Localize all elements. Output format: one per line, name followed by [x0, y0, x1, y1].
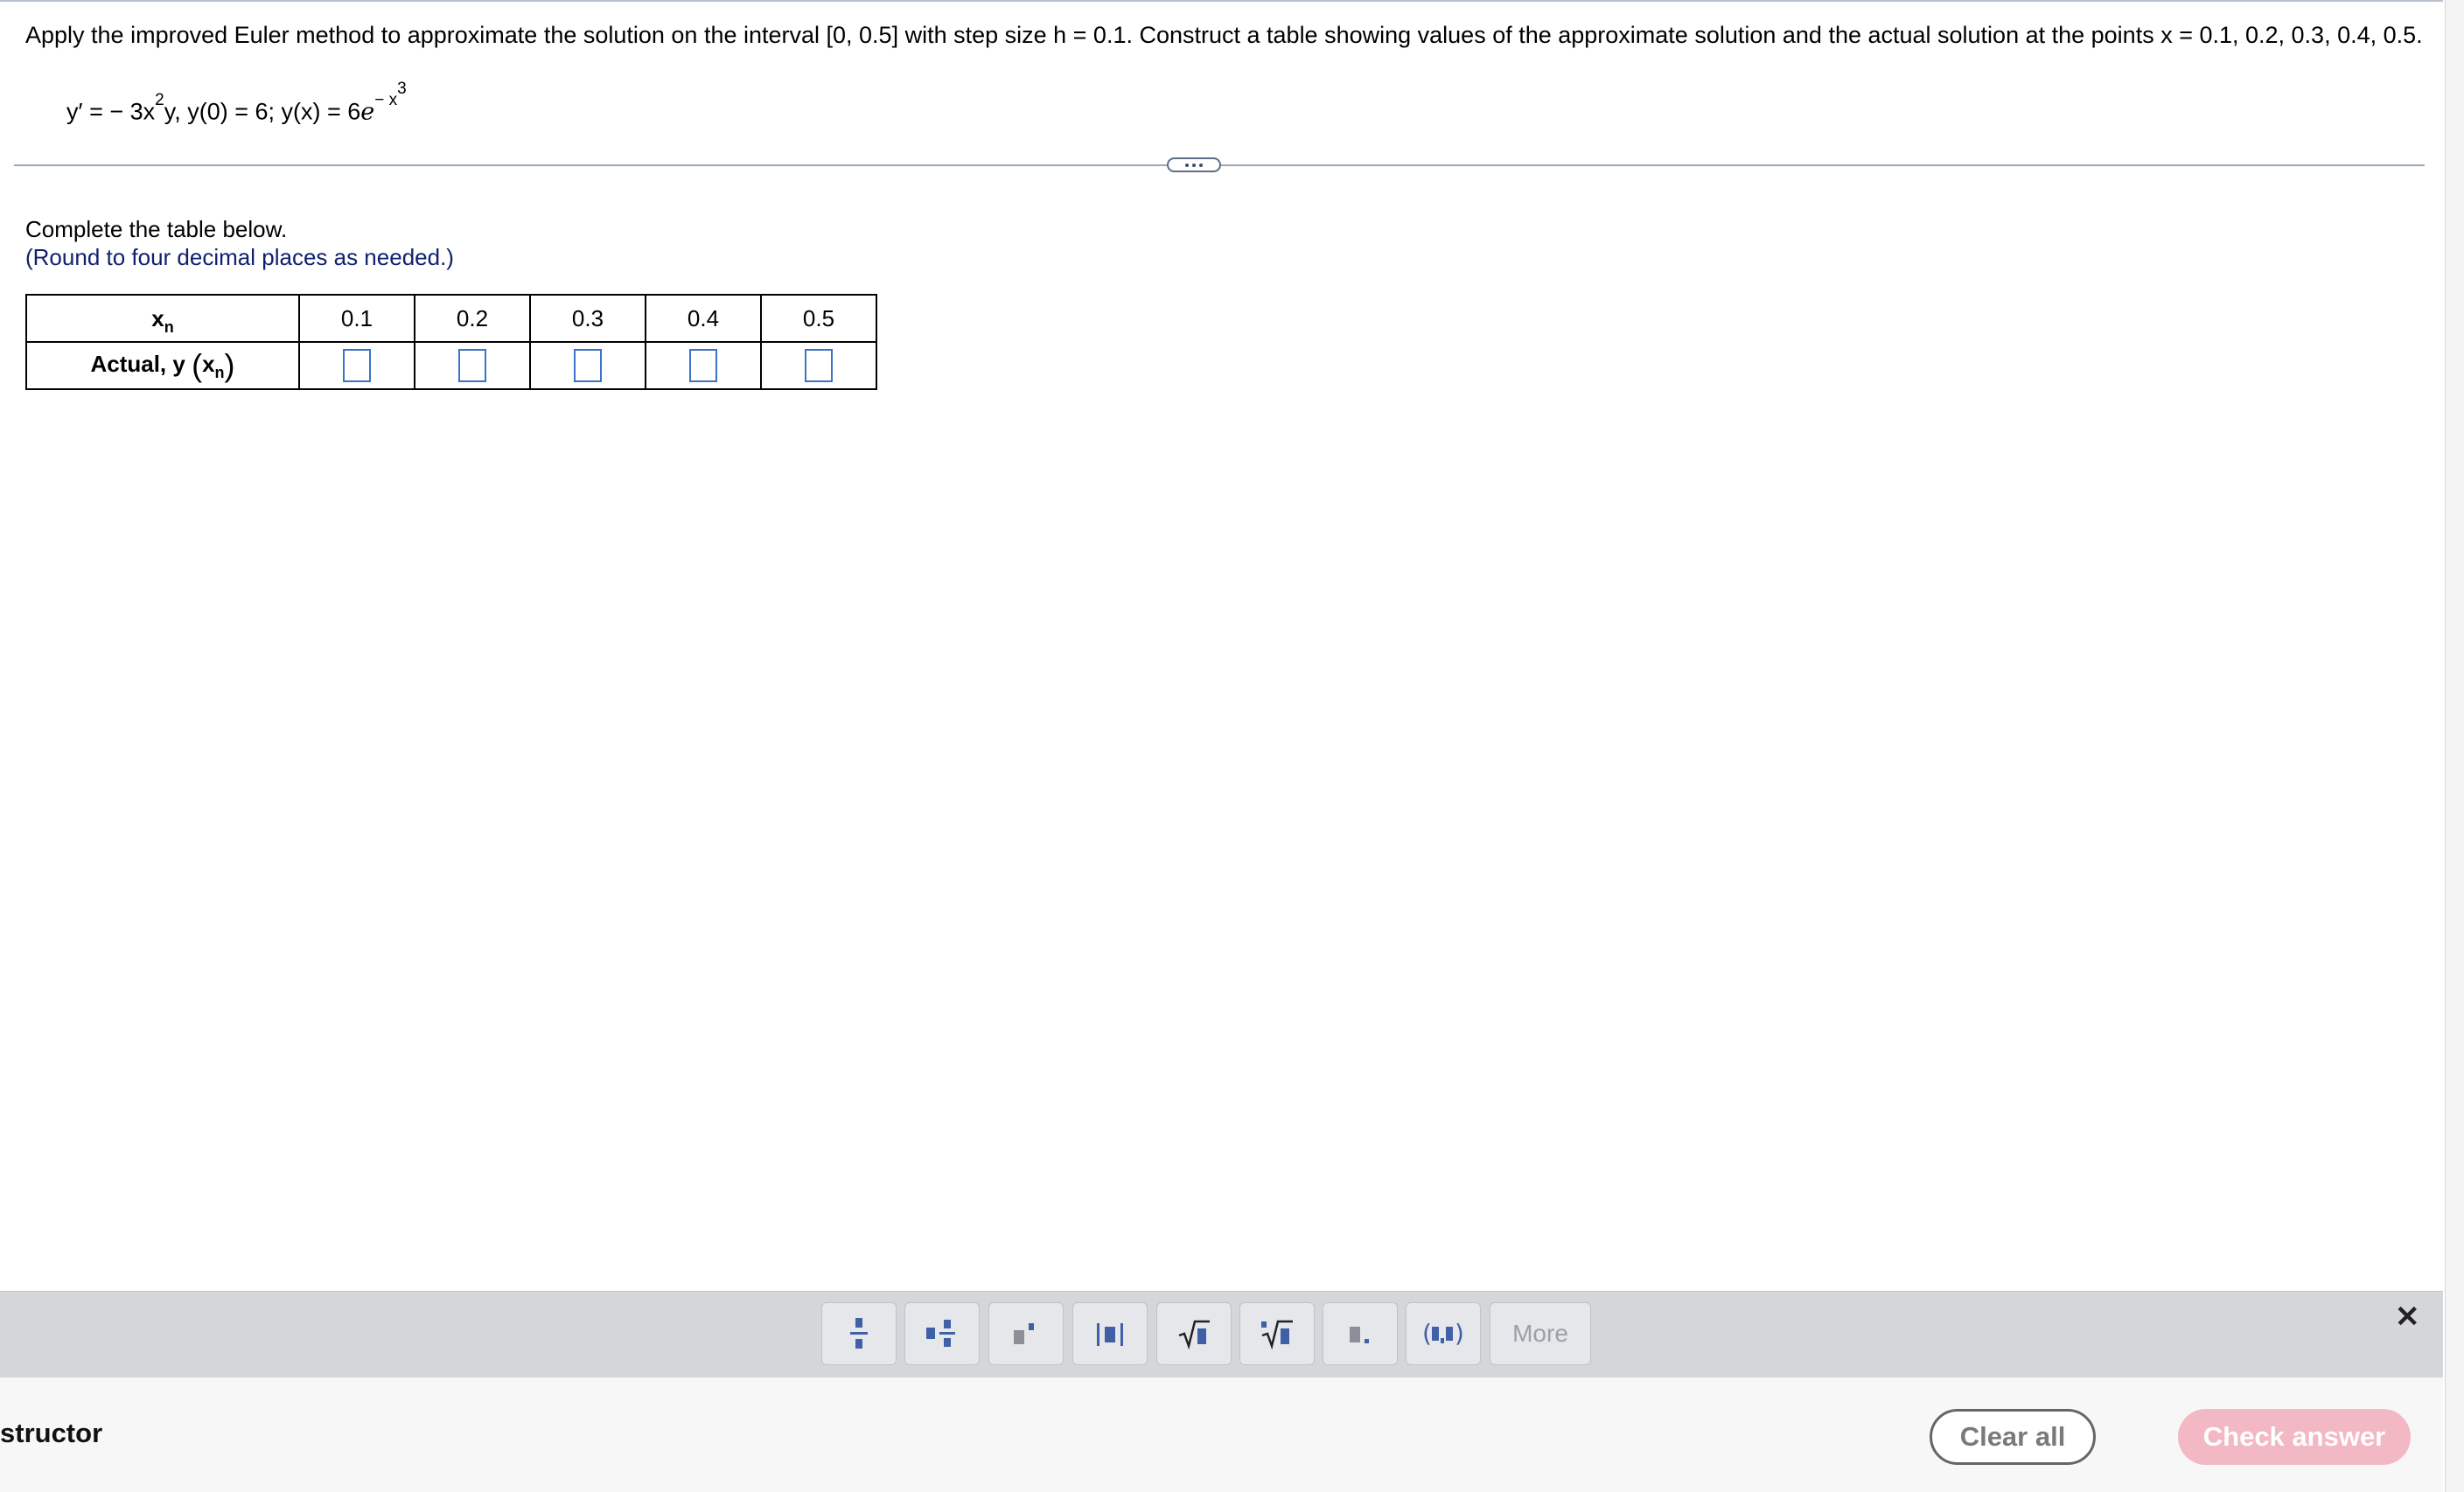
close-icon[interactable]: ✕: [2395, 1300, 2420, 1335]
absolute-value-icon: [1097, 1323, 1123, 1346]
answer-input[interactable]: [343, 349, 371, 382]
row-header-actual: Actual, y (xn): [25, 341, 300, 390]
scrollbar[interactable]: [2445, 0, 2464, 1492]
rounding-note: (Round to four decimal places as needed.…: [25, 244, 454, 270]
decimal-button[interactable]: [1323, 1302, 1398, 1365]
answer-cell: [760, 341, 877, 390]
exponent-button[interactable]: [988, 1302, 1064, 1365]
mixed-number-button[interactable]: [904, 1302, 980, 1365]
square-root-icon: [1178, 1320, 1210, 1350]
problem-statement: Apply the improved Euler method to appro…: [25, 22, 2423, 48]
dot-icon: [1199, 163, 1203, 167]
actual-x-subscript: n: [214, 363, 225, 381]
answer-table: xn 0.1 0.2 0.3 0.4 0.5 Actual, y (xn): [25, 294, 877, 390]
answer-cell: [414, 341, 531, 390]
equation-exponent-2: 2: [155, 91, 164, 110]
ordered-pair-button[interactable]: ( ): [1406, 1302, 1481, 1365]
nth-root-icon: [1261, 1320, 1293, 1350]
table-row-actual: Actual, y (xn): [25, 341, 877, 390]
answer-cell: [298, 341, 415, 390]
ordered-pair-icon: ( ): [1422, 1319, 1464, 1348]
answer-input[interactable]: [689, 349, 717, 382]
differential-equation: y′ = − 3x2y, y(0) = 6; y(x) = 6e− x3: [66, 73, 407, 138]
more-button[interactable]: More: [1490, 1302, 1591, 1365]
dot-icon: [1185, 163, 1189, 167]
fraction-icon: [850, 1318, 868, 1349]
table-row-xn: xn 0.1 0.2 0.3 0.4 0.5: [25, 294, 877, 343]
column-header: 0.5: [760, 294, 877, 343]
equation-exponent-negx: − x3: [374, 80, 406, 110]
equation-part1: y′ = − 3x: [66, 98, 156, 125]
svg-text:): ): [1455, 1319, 1464, 1348]
answer-cell: [529, 341, 646, 390]
mixed-number-icon: [926, 1320, 955, 1347]
column-header: 0.1: [298, 294, 415, 343]
expand-more-button[interactable]: [1167, 157, 1221, 172]
open-paren: (: [192, 347, 203, 383]
clear-all-button[interactable]: Clear all: [1930, 1409, 2096, 1465]
dot-icon: [1192, 163, 1196, 167]
absolute-value-button[interactable]: [1072, 1302, 1148, 1365]
column-header: 0.4: [645, 294, 762, 343]
square-root-button[interactable]: [1156, 1302, 1232, 1365]
answer-input[interactable]: [574, 349, 602, 382]
equation-exponent-3: 3: [397, 80, 407, 98]
actual-x-label: x: [202, 350, 215, 377]
ask-instructor-label[interactable]: structor: [0, 1418, 102, 1449]
close-paren: ): [224, 347, 235, 383]
actual-label: Actual, y: [90, 350, 192, 377]
top-border: [0, 0, 2443, 2]
math-toolbar: ( ) More: [0, 1291, 2443, 1377]
exponent-icon: [1014, 1323, 1034, 1344]
row-header-xn: xn: [25, 294, 300, 343]
answer-cell: [645, 341, 762, 390]
instruction-text: Complete the table below.: [25, 216, 288, 242]
answer-input[interactable]: [458, 349, 486, 382]
column-header: 0.2: [414, 294, 531, 343]
xn-subscript: n: [164, 317, 174, 336]
nth-root-button[interactable]: [1239, 1302, 1315, 1365]
equation-exponent-negx-text: − x: [374, 91, 398, 110]
decimal-icon: [1350, 1327, 1369, 1343]
xn-label: x: [151, 304, 164, 331]
more-label: More: [1512, 1320, 1568, 1347]
check-answer-button[interactable]: Check answer: [2178, 1409, 2411, 1465]
svg-text:(: (: [1422, 1319, 1432, 1348]
fraction-button[interactable]: [821, 1302, 897, 1365]
answer-input[interactable]: [805, 349, 833, 382]
equation-part2: y, y(0) = 6; y(x) = 6: [164, 98, 361, 125]
column-header: 0.3: [529, 294, 646, 343]
equation-euler-e: e: [360, 98, 375, 126]
